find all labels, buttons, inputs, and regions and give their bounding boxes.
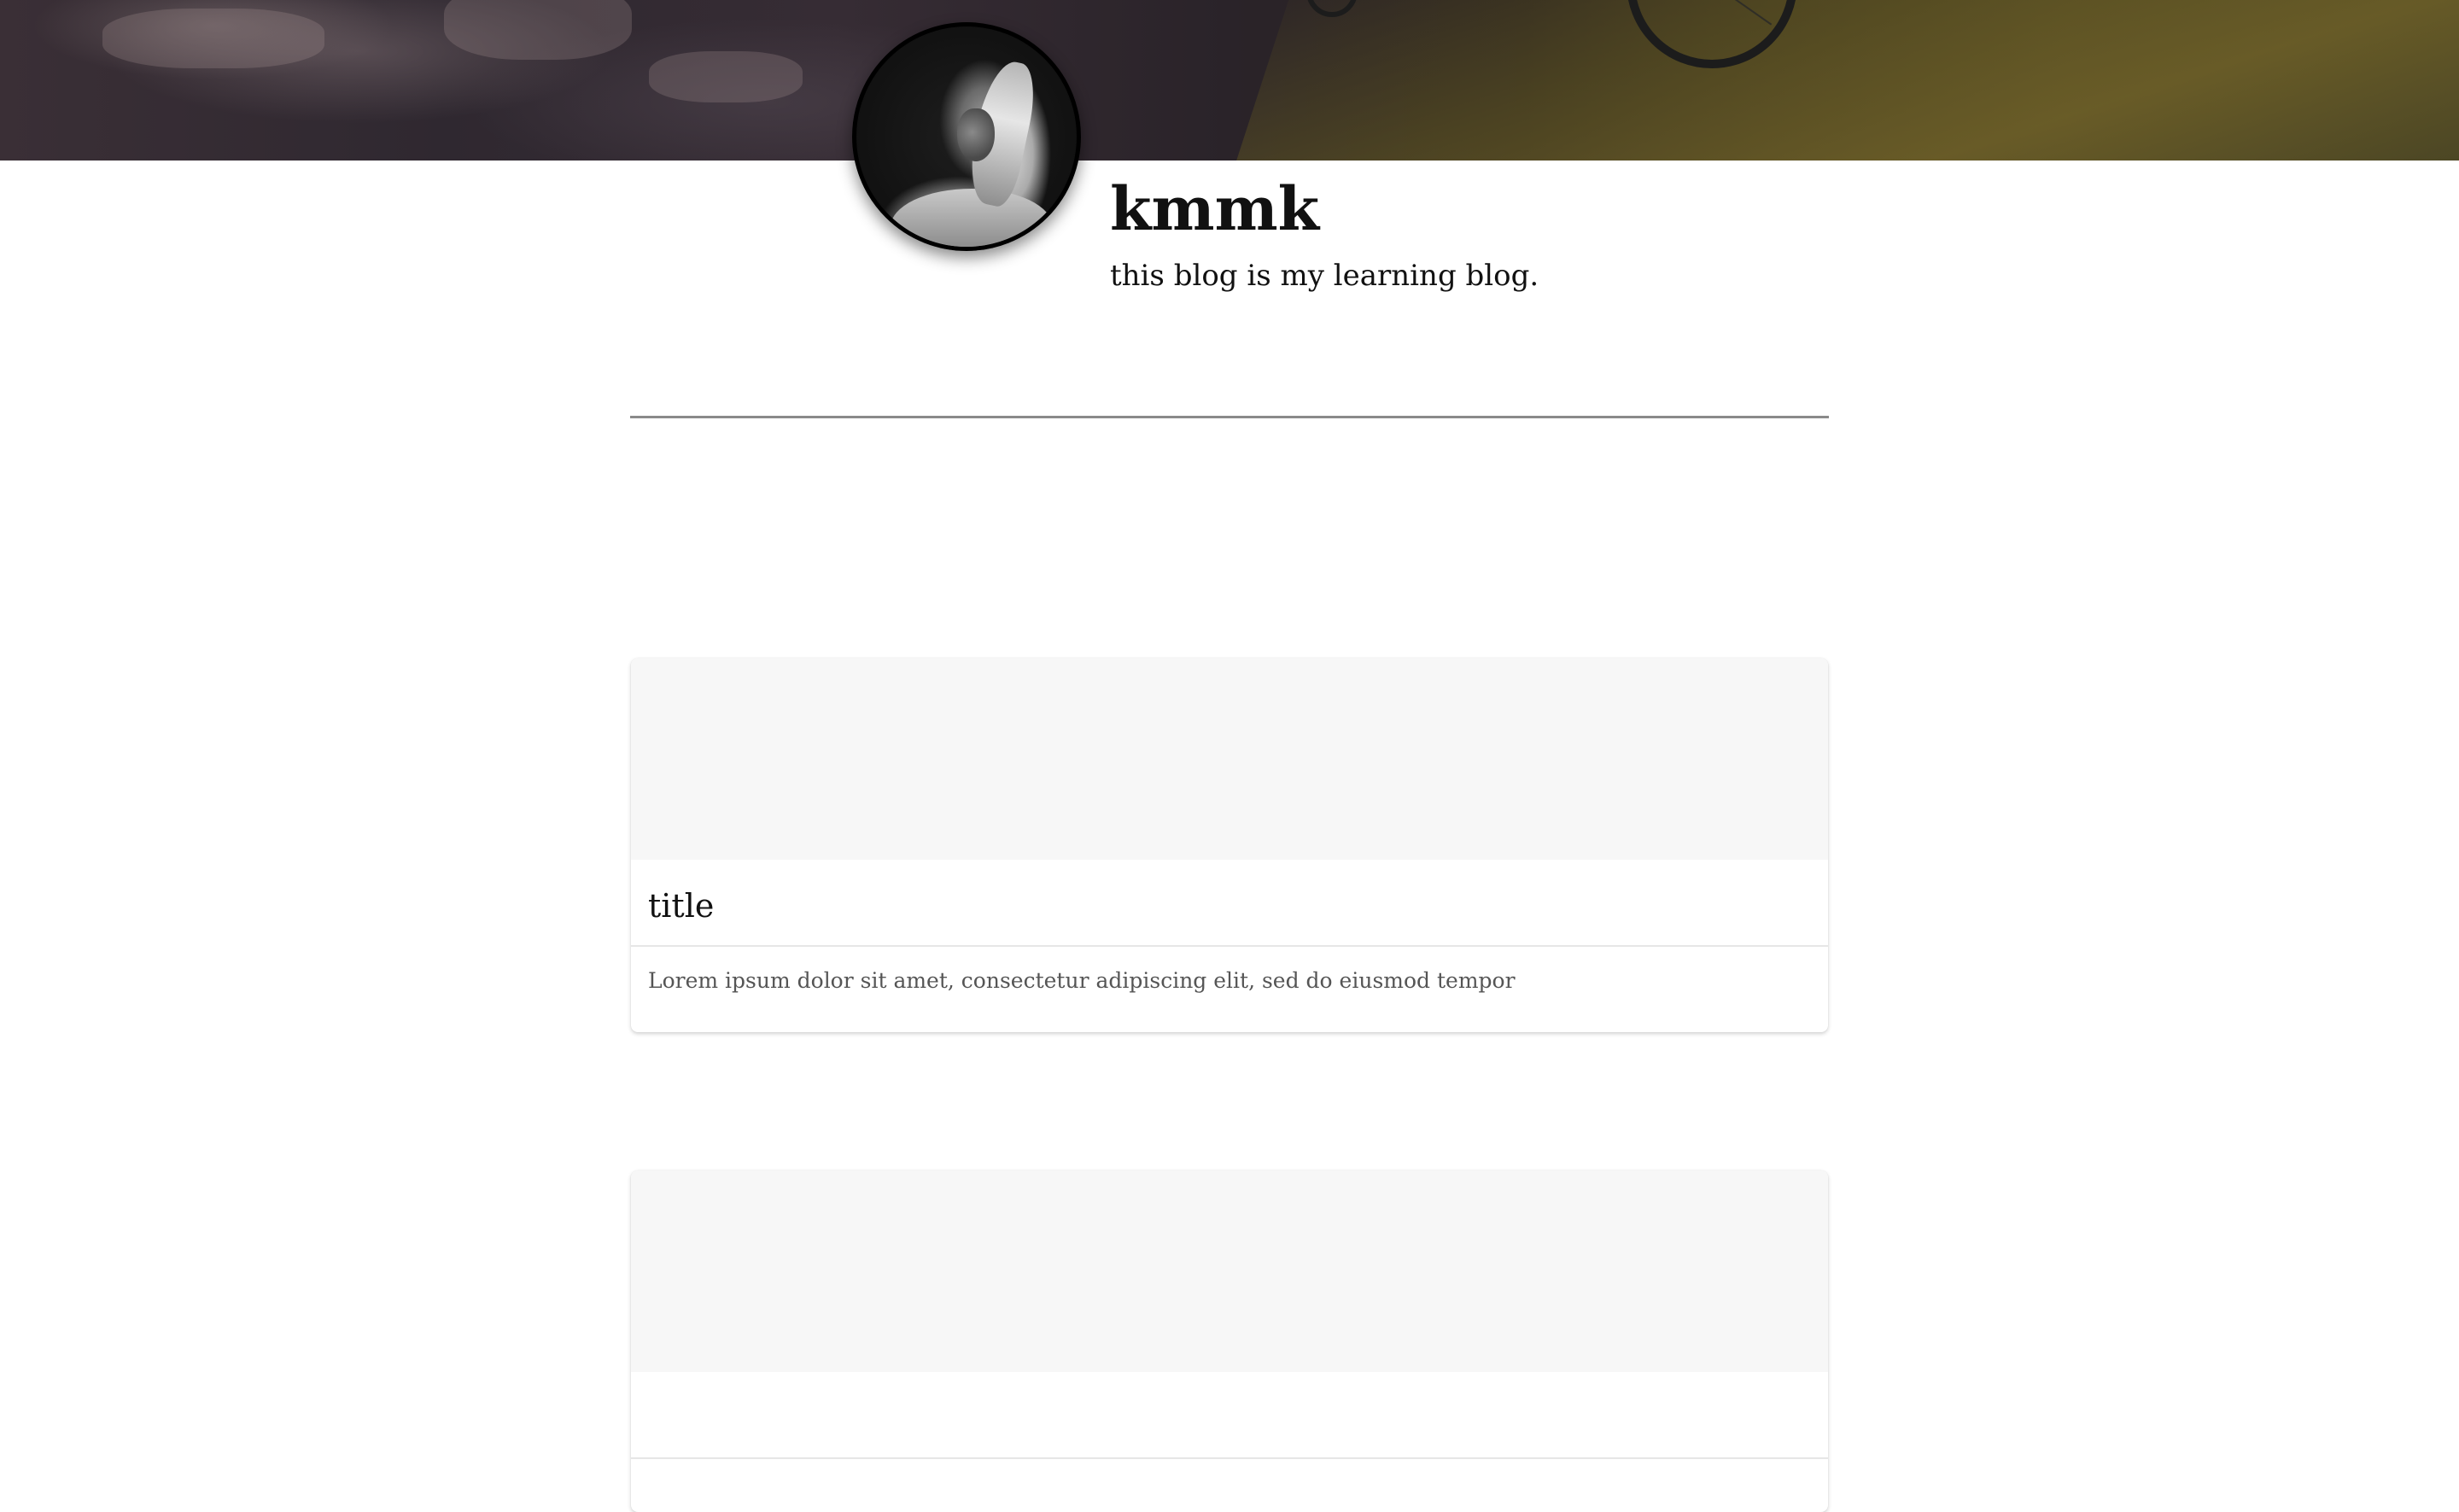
blog-tagline: this blog is my learning blog. <box>1110 259 1539 293</box>
profile-avatar[interactable] <box>852 22 1081 251</box>
banner-rock-detail <box>444 0 632 60</box>
post-card-excerpt: Lorem ipsum dolor sit amet, consectetur … <box>648 968 1516 993</box>
post-card-excerpt <box>631 1459 1828 1493</box>
header-divider <box>630 416 1829 418</box>
header-banner-image <box>0 0 2459 161</box>
post-card-title[interactable] <box>631 1372 1828 1459</box>
banner-rock-detail <box>102 9 324 68</box>
banner-rock-detail <box>649 51 803 102</box>
post-card[interactable] <box>631 1170 1828 1512</box>
post-card-image-placeholder[interactable] <box>631 1170 1828 1372</box>
banner-hillside <box>1227 0 2459 161</box>
post-card-title[interactable]: title <box>631 860 1828 947</box>
avatar-photo-shoulder <box>891 189 1053 247</box>
avatar-photo-face <box>957 108 995 161</box>
blog-title[interactable]: kmmk <box>1110 171 1319 248</box>
post-card-image-placeholder[interactable] <box>631 658 1828 860</box>
post-card[interactable]: title Lorem ipsum dolor sit amet, consec… <box>631 658 1828 1032</box>
